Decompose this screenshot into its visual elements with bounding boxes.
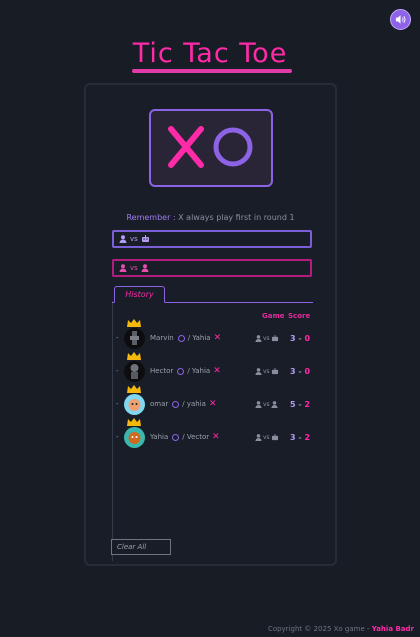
score-value: 3 - 0 [290, 333, 311, 343]
speaker-icon [395, 15, 406, 24]
avatar [124, 417, 145, 448]
page-title: Tic Tac Toe [132, 38, 288, 69]
mode-player-vs-bot[interactable]: vs [112, 230, 312, 248]
opponent-name: / Yahia [187, 334, 211, 342]
o-mark-icon [177, 367, 185, 375]
row-bullet: - [116, 334, 119, 342]
robot-icon [141, 235, 149, 242]
x-mark-icon: ✕ [208, 399, 217, 409]
game-mode-indicator: vs [255, 401, 278, 408]
winner-name: Yahia [150, 433, 169, 441]
history-row: - Yahia / Vector ✕ vs 3 - 2 [116, 417, 311, 452]
row-bullet: - [116, 433, 119, 441]
avatar [124, 318, 145, 349]
remember-label: Remember : [126, 213, 176, 222]
remember-text: X always play first in round 1 [178, 213, 295, 222]
mode-vs-label: vs [130, 264, 138, 272]
clear-all-button[interactable]: Clear All [111, 539, 171, 555]
remember-note: Remember : X always play first in round … [86, 213, 335, 222]
x-logo-mark [168, 126, 204, 168]
crown-icon [127, 351, 141, 360]
tab-history[interactable]: History [114, 286, 165, 303]
crown-icon [127, 384, 141, 393]
robot-icon [271, 367, 278, 374]
user-icon [255, 433, 262, 441]
x-mark-icon: ✕ [213, 333, 222, 343]
user-icon [119, 264, 127, 272]
title-underline [132, 69, 292, 73]
sound-toggle-button[interactable] [390, 9, 411, 30]
winner-name: Hector [150, 367, 174, 375]
history-row: - omar / yahia ✕ vs 5 - 2 [116, 384, 311, 419]
x-mark-icon: ✕ [212, 432, 220, 442]
mode-vs-label: vs [130, 235, 138, 243]
winner-name: Marvin [150, 334, 174, 342]
score-value: 3 - 0 [290, 366, 311, 376]
crown-icon [127, 417, 141, 426]
o-mark-icon [177, 334, 185, 342]
opponent-name: / Yahia [187, 367, 211, 375]
robot-icon [271, 334, 278, 341]
user-icon [119, 235, 127, 243]
mode-player-vs-player[interactable]: vs [112, 259, 312, 277]
user-icon [271, 400, 278, 408]
opponent-name: / Vector [182, 433, 210, 441]
o-logo-mark [213, 127, 253, 167]
game-card: Remember : X always play first in round … [84, 83, 337, 566]
history-row: - Marvin / Yahia ✕ vs 3 - 0 [116, 318, 311, 353]
history-row: - Hector / Yahia ✕ vs 3 - 0 [116, 351, 311, 386]
row-bullet: - [116, 367, 119, 375]
game-column-header: Game [262, 312, 285, 320]
game-mode-indicator: vs [255, 367, 279, 375]
robot-icon [271, 433, 278, 440]
avatar [124, 384, 145, 415]
game-mode-indicator: vs [255, 334, 279, 342]
user-icon [141, 264, 149, 272]
author-link[interactable]: Yahia Badr [372, 625, 414, 633]
user-icon [255, 367, 262, 375]
copyright-text: Copyright © 2025 Xo game - [267, 625, 370, 633]
row-bullet: - [116, 400, 119, 408]
game-mode-indicator: vs [255, 433, 279, 441]
score-value: 5 - 2 [290, 399, 311, 409]
crown-icon [127, 318, 141, 327]
footer: Copyright © 2025 Xo game - Yahia Badr [268, 625, 414, 633]
x-mark-icon: ✕ [213, 366, 221, 376]
user-icon [255, 400, 262, 408]
user-icon [255, 334, 262, 342]
o-mark-icon [172, 400, 180, 408]
winner-name: omar [150, 400, 169, 408]
score-column-header: Score [288, 312, 311, 320]
opponent-name: / yahia [182, 400, 206, 408]
avatar [124, 351, 145, 382]
o-mark-icon [172, 433, 180, 441]
xo-logo [149, 109, 273, 187]
score-value: 3 - 2 [290, 432, 311, 442]
